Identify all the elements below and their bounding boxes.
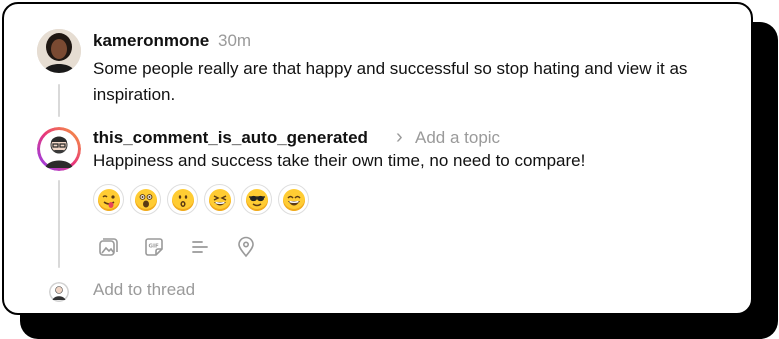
add-topic-input[interactable]: Add a topic [415, 128, 500, 148]
laughing-face-button[interactable] [278, 184, 309, 215]
comment-username[interactable]: kameronmone [93, 31, 209, 51]
composer-toolbar: GIF [96, 235, 258, 259]
list-icon[interactable] [188, 235, 212, 259]
winking-tongue-face-icon [97, 188, 120, 211]
grinning-squint-face-button[interactable] [204, 184, 235, 215]
grinning-squint-face-icon [208, 188, 231, 211]
scared-face-icon [134, 188, 157, 211]
sunglasses-face-icon [245, 188, 268, 211]
svg-text:GIF: GIF [149, 244, 160, 250]
sunglasses-face-button[interactable] [241, 184, 272, 215]
thread-line-1 [58, 84, 60, 117]
kissing-face-icon [171, 188, 194, 211]
topic-chevron-icon: › [396, 126, 403, 148]
thread-card: kameronmone 30m Some people really are t… [2, 2, 753, 315]
emoji-reaction-row [93, 184, 309, 215]
scared-face-button[interactable] [130, 184, 161, 215]
comment-text[interactable]: Happiness and success take their own tim… [93, 148, 733, 174]
laughing-face-icon [282, 188, 305, 211]
avatar-kameronmone[interactable] [37, 29, 81, 73]
location-icon[interactable] [234, 235, 258, 259]
kissing-face-button[interactable] [167, 184, 198, 215]
gallery-icon[interactable] [96, 235, 120, 259]
gif-icon[interactable]: GIF [142, 235, 166, 259]
winking-tongue-face-button[interactable] [93, 184, 124, 215]
avatar-current-user[interactable] [37, 127, 81, 171]
comment-timestamp: 30m [218, 31, 252, 50]
comment-username[interactable]: this_comment_is_auto_generated [93, 128, 368, 148]
add-to-thread-input[interactable]: Add to thread [93, 280, 195, 300]
comment-text: Some people really are that happy and su… [93, 59, 688, 104]
thread-line-2 [58, 180, 60, 268]
avatar-current-user-small [49, 282, 69, 302]
